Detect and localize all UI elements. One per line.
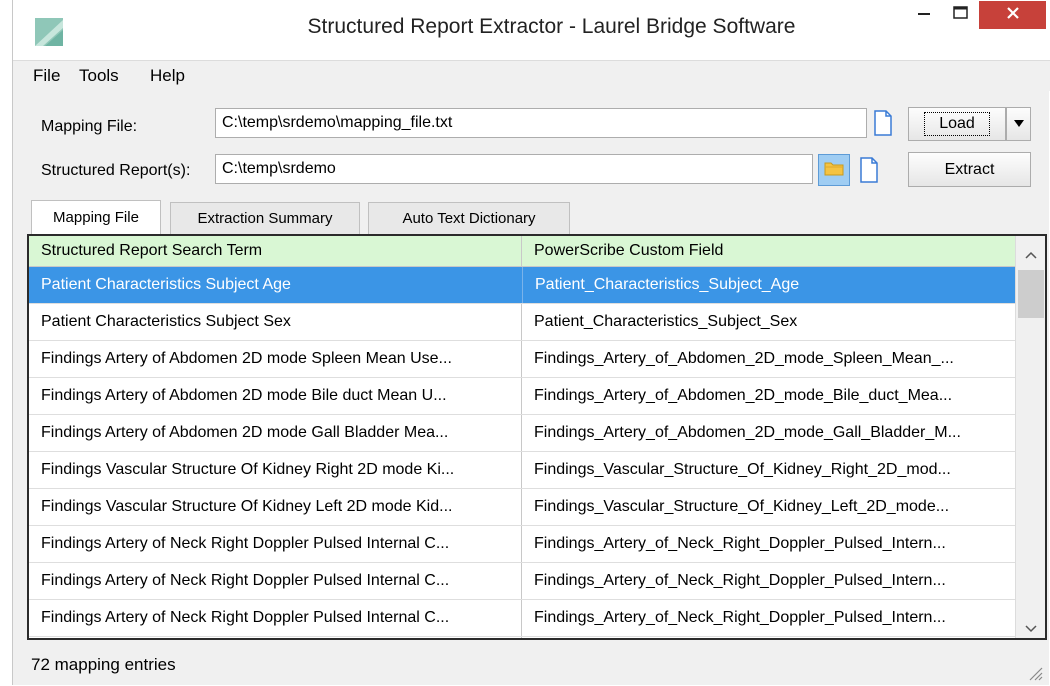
custom-field-cell: Findings_Vascular_Structure_Of_Kidney_Ri… xyxy=(534,461,951,478)
mapping-table: Structured Report Search Term PowerScrib… xyxy=(27,234,1047,640)
open-report-file-icon[interactable] xyxy=(859,157,879,183)
custom-field-cell: Patient_Characteristics_Subject_Sex xyxy=(534,313,798,330)
folder-icon xyxy=(824,160,844,181)
table-row[interactable]: Findings Vascular Structure Of Kidney Le… xyxy=(29,489,1015,526)
resize-grip-icon[interactable] xyxy=(1027,665,1043,686)
menu-bar: File Tools Help xyxy=(13,60,1050,91)
table-row[interactable]: Patient Characteristics Subject Sex Pati… xyxy=(29,304,1015,341)
menu-tools[interactable]: Tools xyxy=(79,66,119,86)
menu-help[interactable]: Help xyxy=(150,66,185,86)
close-icon xyxy=(1006,6,1020,25)
table-row[interactable]: Findings Artery of Neck Right Doppler Pu… xyxy=(29,563,1015,600)
scrollbar-thumb[interactable] xyxy=(1018,270,1044,318)
extract-button[interactable]: Extract xyxy=(908,152,1031,187)
chevron-down-icon[interactable] xyxy=(1025,620,1037,638)
minimize-icon xyxy=(917,6,931,25)
browse-folder-button[interactable] xyxy=(818,154,850,186)
custom-field-cell: Findings_Artery_of_Neck_Right_Doppler_Pu… xyxy=(534,609,946,626)
vertical-scrollbar[interactable] xyxy=(1015,236,1045,638)
custom-field-cell: Findings_Artery_of_Abdomen_2D_mode_Bile_… xyxy=(534,387,953,404)
load-button-label: Load xyxy=(924,112,990,136)
tab-mapping-file[interactable]: Mapping File xyxy=(31,200,161,234)
table-header: Structured Report Search Term PowerScrib… xyxy=(29,236,1015,267)
search-term-cell: Findings Vascular Structure Of Kidney Ri… xyxy=(41,461,455,478)
mapping-file-label: Mapping File: xyxy=(41,118,138,135)
search-term-cell: Patient Characteristics Subject Age xyxy=(41,276,291,293)
close-button[interactable] xyxy=(979,1,1046,29)
search-term-cell: Findings Artery of Abdomen 2D mode Splee… xyxy=(41,350,452,367)
search-term-cell: Findings Artery of Abdomen 2D mode Bile … xyxy=(41,387,447,404)
open-mapping-file-icon[interactable] xyxy=(873,110,893,136)
load-dropdown-button[interactable] xyxy=(1006,107,1031,141)
table-row[interactable]: Findings Artery of Abdomen 2D mode Gall … xyxy=(29,415,1015,452)
search-term-cell: Findings Artery of Abdomen 2D mode Gall … xyxy=(41,424,449,441)
custom-field-cell: Findings_Artery_of_Abdomen_2D_mode_Gall_… xyxy=(534,424,961,441)
load-button[interactable]: Load xyxy=(908,107,1006,141)
table-row[interactable]: Findings Artery of Neck Right Doppler Pu… xyxy=(29,600,1015,637)
app-window: Structured Report Extractor - Laurel Bri… xyxy=(12,0,1050,685)
custom-field-cell: Findings_Artery_of_Abdomen_2D_mode_Splee… xyxy=(534,350,954,367)
triangle-down-icon xyxy=(1013,115,1024,133)
status-bar: 72 mapping entries xyxy=(13,648,1050,685)
search-term-cell: Findings Artery of Neck Right Doppler Pu… xyxy=(41,609,450,626)
column-header-search-term[interactable]: Structured Report Search Term xyxy=(29,236,521,266)
mapping-file-input[interactable]: C:\temp\srdemo\mapping_file.txt xyxy=(215,108,867,138)
title-bar[interactable]: Structured Report Extractor - Laurel Bri… xyxy=(13,0,1050,60)
column-header-custom-field[interactable]: PowerScribe Custom Field xyxy=(522,236,1015,266)
chevron-up-icon[interactable] xyxy=(1025,246,1037,264)
table-row[interactable]: Patient Characteristics Subject Age Pati… xyxy=(29,267,1015,304)
menu-file[interactable]: File xyxy=(33,66,60,86)
table-row[interactable]: Findings Artery of Neck Right Doppler Pu… xyxy=(29,526,1015,563)
search-term-cell: Findings Artery of Neck Right Doppler Pu… xyxy=(41,535,450,552)
custom-field-cell: Findings_Artery_of_Neck_Right_Doppler_Pu… xyxy=(534,535,946,552)
custom-field-cell: Patient_Characteristics_Subject_Age xyxy=(522,267,1015,303)
status-text: 72 mapping entries xyxy=(31,655,176,674)
custom-field-cell: Findings_Artery_of_Neck_Right_Doppler_Pu… xyxy=(534,572,946,589)
search-term-cell: Findings Artery of Neck Right Doppler Pu… xyxy=(41,572,450,589)
custom-field-cell: Findings_Vascular_Structure_Of_Kidney_Le… xyxy=(534,498,950,515)
maximize-button[interactable] xyxy=(946,0,976,30)
window-title: Structured Report Extractor - Laurel Bri… xyxy=(307,15,796,38)
table-row[interactable]: Findings Artery of Abdomen 2D mode Bile … xyxy=(29,378,1015,415)
structured-reports-input[interactable]: C:\temp\srdemo xyxy=(215,154,813,184)
structured-reports-label: Structured Report(s): xyxy=(41,162,191,179)
tab-auto-text-dictionary[interactable]: Auto Text Dictionary xyxy=(368,202,570,234)
table-row[interactable]: Findings Artery of Abdomen 2D mode Splee… xyxy=(29,341,1015,378)
table-row[interactable]: Findings Vascular Structure Of Kidney Ri… xyxy=(29,452,1015,489)
search-term-cell: Patient Characteristics Subject Sex xyxy=(41,313,291,330)
maximize-icon xyxy=(953,5,969,25)
tab-extraction-summary[interactable]: Extraction Summary xyxy=(170,202,360,234)
search-term-cell: Findings Vascular Structure Of Kidney Le… xyxy=(41,498,453,515)
minimize-button[interactable] xyxy=(909,0,939,30)
